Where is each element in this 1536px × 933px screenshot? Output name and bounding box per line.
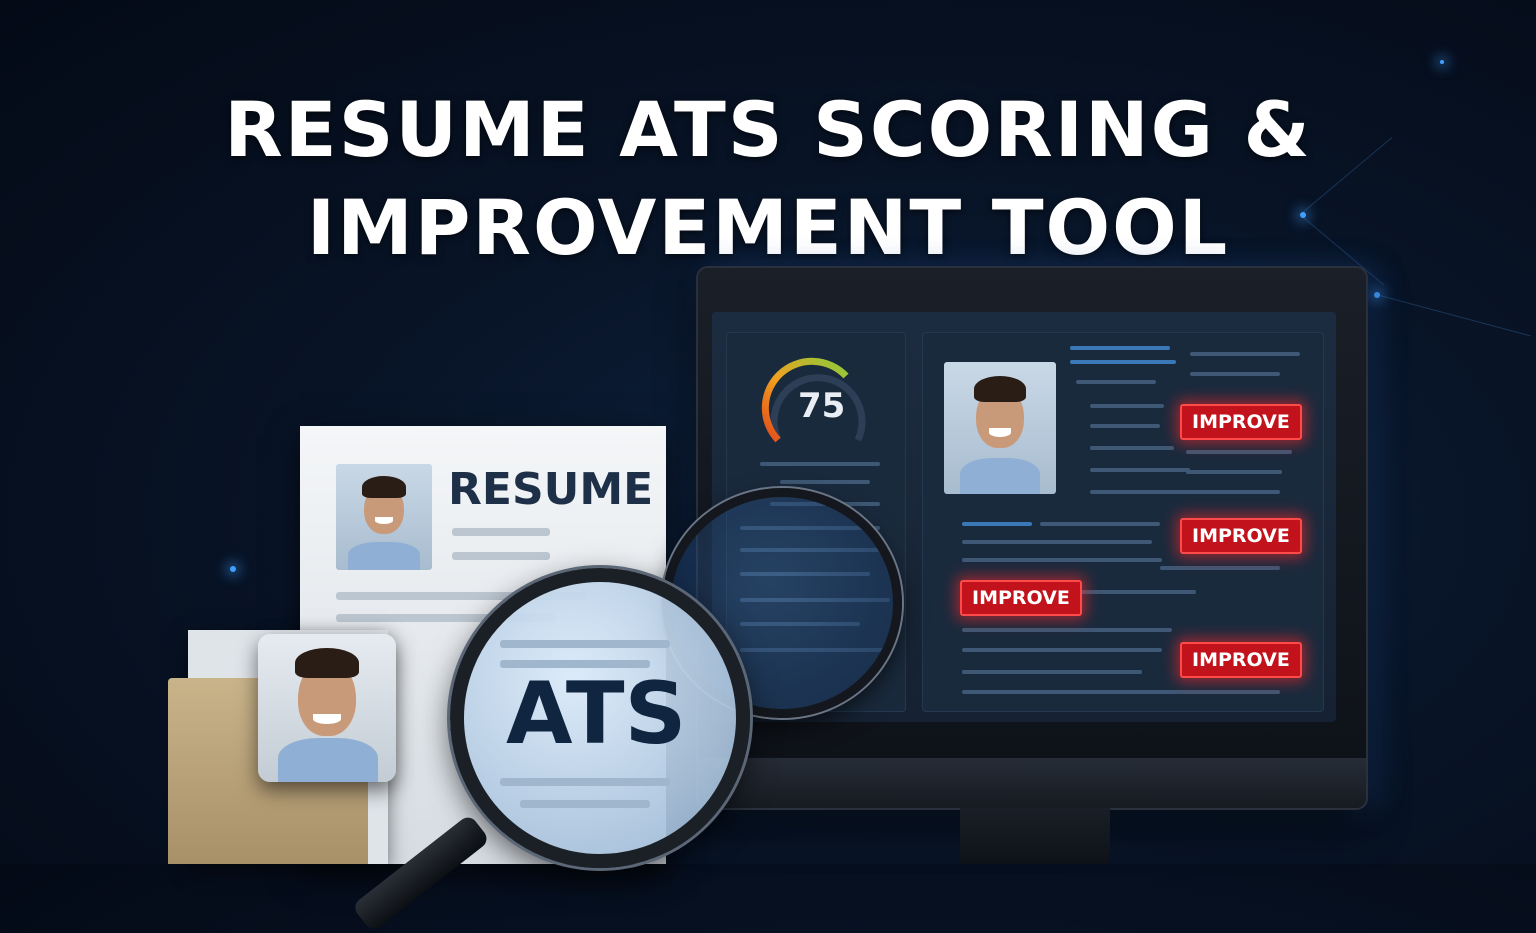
text-line xyxy=(1090,468,1190,472)
text-line xyxy=(1186,450,1292,454)
ats-label: ATS xyxy=(506,664,687,764)
text-line xyxy=(1076,380,1156,384)
text-line xyxy=(1190,352,1300,356)
text-line xyxy=(1070,346,1170,350)
text-line xyxy=(962,522,1032,526)
text-line xyxy=(1090,424,1160,428)
text-line xyxy=(780,480,870,484)
resume-photo xyxy=(336,464,432,570)
network-node xyxy=(1440,60,1444,64)
ats-score-value: 75 xyxy=(798,386,846,426)
text-line xyxy=(962,558,1162,562)
text-line xyxy=(520,800,650,808)
text-line xyxy=(962,540,1152,544)
page-title-line-2: IMPROVEMENT TOOL xyxy=(306,183,1230,272)
text-line xyxy=(1186,470,1282,474)
improve-button[interactable]: IMPROVE xyxy=(1180,404,1302,440)
text-line xyxy=(962,690,1152,694)
text-line xyxy=(500,640,670,648)
text-line xyxy=(500,778,670,786)
text-line xyxy=(760,462,880,466)
text-line xyxy=(1090,404,1164,408)
text-line xyxy=(1070,360,1176,364)
candidate-photo xyxy=(944,362,1056,494)
text-line xyxy=(1040,522,1160,526)
monitor-chin xyxy=(698,758,1366,808)
improve-button[interactable]: IMPROVE xyxy=(1180,642,1302,678)
improve-button[interactable]: IMPROVE xyxy=(960,580,1082,616)
text-line xyxy=(452,528,550,536)
resume-heading: RESUME xyxy=(448,464,654,515)
text-line xyxy=(962,648,1162,652)
text-line xyxy=(1090,490,1280,494)
network-node xyxy=(230,566,236,572)
text-line xyxy=(452,552,550,560)
network-line xyxy=(1375,294,1531,337)
monitor-stand xyxy=(960,808,1110,864)
text-line xyxy=(962,670,1142,674)
text-line xyxy=(1160,566,1280,570)
text-line xyxy=(1140,690,1280,694)
page-title-line-1: RESUME ATS SCORING & xyxy=(224,85,1312,174)
text-line xyxy=(1080,590,1196,594)
text-line xyxy=(1090,446,1174,450)
profile-card xyxy=(258,634,396,782)
text-line xyxy=(1190,372,1280,376)
improve-button[interactable]: IMPROVE xyxy=(1180,518,1302,554)
text-line xyxy=(962,628,1172,632)
